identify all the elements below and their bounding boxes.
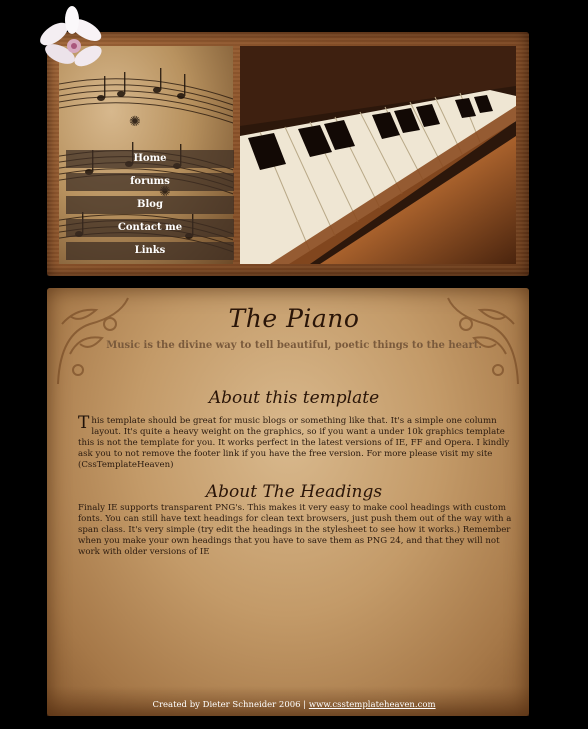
magnolia-flower-icon <box>40 6 102 67</box>
tagline: Music is the divine way to tell beautifu… <box>106 340 482 351</box>
nav-item-links[interactable]: Links <box>66 242 234 260</box>
nav-item-forums[interactable]: forums <box>66 173 234 191</box>
section-body: Finaly IE supports transparent PNG's. Th… <box>78 503 516 558</box>
site-title: The Piano <box>228 304 360 333</box>
svg-text:✺: ✺ <box>129 114 141 130</box>
footer-credit: Created by Dieter Schneider 2006 | <box>152 700 307 710</box>
main-nav: Home forums Blog Contact me Links <box>66 150 234 260</box>
nav-item-blog[interactable]: Blog <box>66 196 234 214</box>
section-text: his template should be great for music b… <box>78 416 510 471</box>
section-text: Finaly IE supports transparent PNG's. Th… <box>78 503 512 558</box>
dropcap: T <box>78 413 90 433</box>
nav-item-home[interactable]: Home <box>66 150 234 168</box>
footer: Created by Dieter Schneider 2006 | www.c… <box>0 700 588 710</box>
section-heading: About this template <box>208 388 380 408</box>
piano-keys-image <box>240 46 516 264</box>
footer-link[interactable]: www.csstemplateheaven.com <box>309 700 436 710</box>
section-heading: About The Headings <box>205 482 383 502</box>
section-body: This template should be great for music … <box>78 413 516 471</box>
nav-item-contact[interactable]: Contact me <box>66 219 234 237</box>
